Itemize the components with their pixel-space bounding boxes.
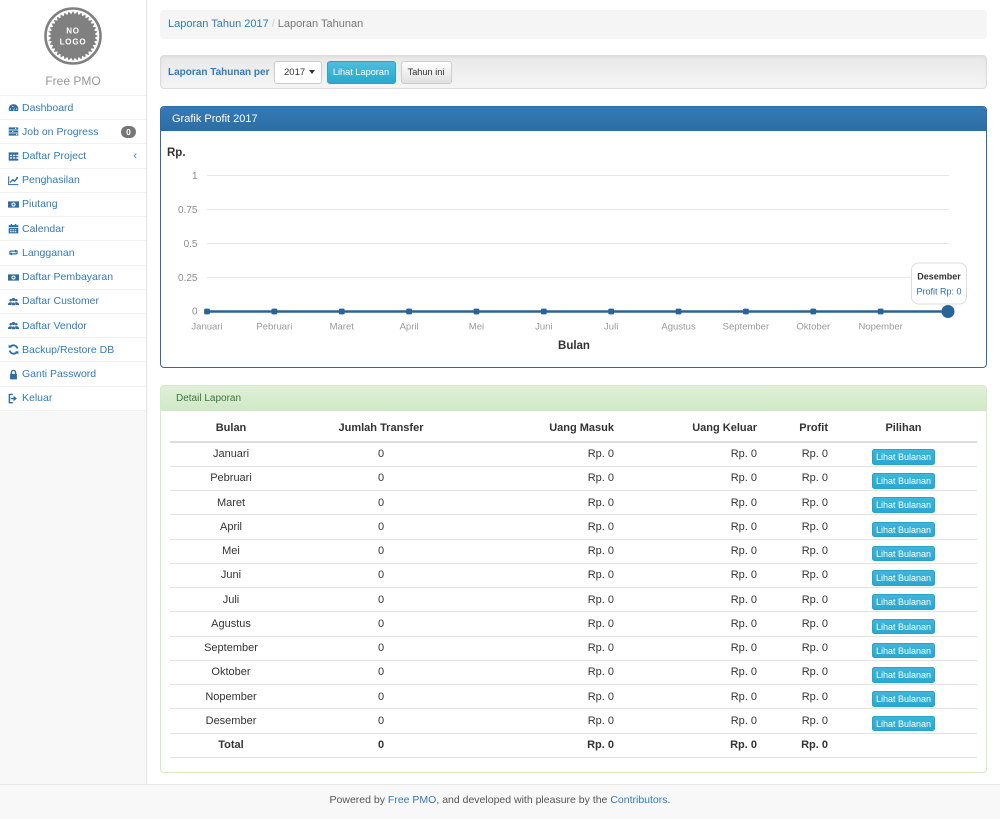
svg-text:0: 0 [192, 307, 198, 318]
svg-text:Mei: Mei [469, 322, 484, 333]
svg-text:0.25: 0.25 [178, 273, 198, 284]
svg-text:Desember: Desember [917, 272, 961, 282]
svg-text:NO: NO [66, 27, 80, 36]
svg-text:Agustus: Agustus [661, 322, 696, 333]
svg-text:Profit Rp: 0: Profit Rp: 0 [916, 287, 961, 297]
svg-text:0.5: 0.5 [184, 239, 198, 250]
svg-text:Bulan: Bulan [558, 340, 590, 352]
svg-text:Rp.: Rp. [167, 147, 186, 159]
svg-text:0.75: 0.75 [178, 205, 198, 216]
svg-text:1: 1 [192, 171, 198, 182]
svg-text:Oktober: Oktober [796, 322, 830, 333]
svg-text:Juni: Juni [535, 322, 552, 333]
svg-text:Nopember: Nopember [858, 322, 902, 333]
svg-text:Juli: Juli [604, 322, 618, 333]
svg-text:Januari: Januari [191, 322, 222, 333]
svg-text:Maret: Maret [330, 322, 355, 333]
svg-text:September: September [723, 322, 769, 333]
svg-text:Pebruari: Pebruari [256, 322, 292, 333]
svg-text:LOGO: LOGO [60, 38, 87, 47]
svg-text:April: April [400, 322, 419, 333]
